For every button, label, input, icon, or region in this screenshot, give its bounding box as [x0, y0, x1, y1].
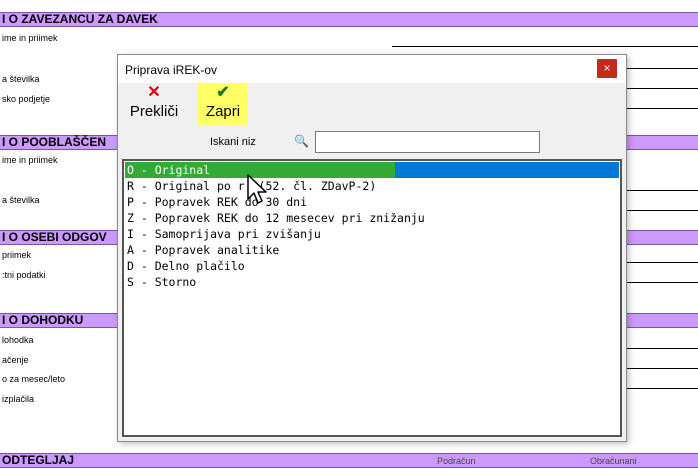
ok-label: Zapri [205, 103, 241, 120]
dialog-titlebar: Priprava iREK-ov × [118, 55, 626, 83]
list-item-z[interactable]: Z - Popravek REK do 12 mesecev pri zniža… [127, 210, 425, 226]
field-label: a številka [2, 195, 40, 205]
field-line [627, 348, 698, 349]
cancel-button[interactable]: ✕ Prekliči [127, 83, 181, 125]
field-line [627, 388, 698, 389]
cancel-label: Prekliči [129, 103, 179, 120]
list-item-s[interactable]: S - Storno [127, 274, 196, 290]
field-label: izplačila [2, 394, 35, 404]
field-label: lohodka [2, 335, 34, 345]
field-label: :tni podatki [2, 270, 46, 280]
list-item-d[interactable]: D - Delno plačilo [127, 258, 245, 274]
section-header-zavezanec: I O ZAVEZANCU ZA DAVEK [0, 12, 698, 27]
list-item-o[interactable]: O - Original [127, 162, 210, 178]
mouse-cursor-icon [247, 174, 267, 204]
field-line [627, 210, 698, 211]
field-line [627, 68, 698, 69]
field-line [627, 108, 698, 109]
list-item-a[interactable]: A - Popravek analitike [127, 242, 279, 258]
search-input[interactable] [315, 131, 540, 153]
dialog-priprava-irek: Priprava iREK-ov × ✕ Prekliči ✔ Zapri Is… [117, 54, 627, 442]
x-icon: ✕ [147, 84, 161, 101]
field-line [627, 88, 698, 89]
field-line [627, 190, 698, 191]
field-label: ačenje [2, 355, 29, 365]
close-button[interactable]: × [597, 59, 617, 78]
field-label: ime in priimek [2, 155, 58, 165]
list-item-p[interactable]: P - Popravek REK do 30 dni [127, 194, 307, 210]
type-listbox[interactable]: O - Original R - Original po r (52. čl. … [122, 159, 622, 437]
list-item-i[interactable]: I - Samoprijava pri zvišanju [127, 226, 321, 242]
close-icon: × [603, 61, 611, 75]
close-ok-button[interactable]: ✔ Zapri [198, 83, 248, 125]
search-label: Iskani niz [210, 136, 256, 148]
field-label: o za mesec/leto [2, 374, 66, 384]
field-label: sko podjetje [2, 94, 51, 104]
field-label: a številka [2, 74, 40, 84]
field-label: priimek [2, 250, 32, 260]
checkmark-icon: ✔ [216, 84, 230, 101]
field-line [627, 368, 698, 369]
field-line [392, 46, 698, 47]
field-label: ime in priimek [2, 33, 58, 43]
dialog-title: Priprava iREK-ov [125, 63, 218, 77]
field-line [627, 282, 698, 283]
field-line [627, 262, 698, 263]
search-icon[interactable]: 🔍 [294, 134, 309, 148]
